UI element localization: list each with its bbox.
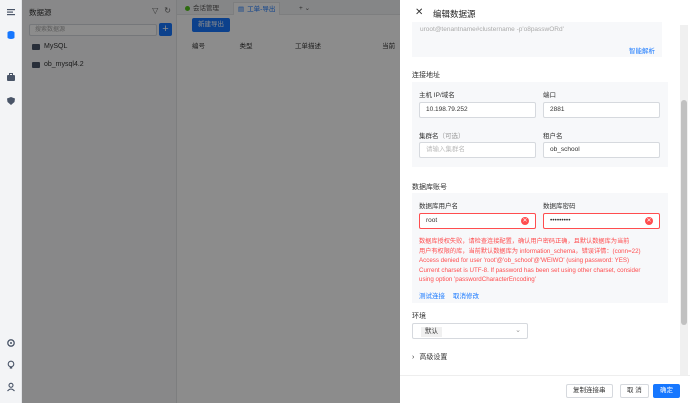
section-account: 数据库账号 (412, 184, 447, 191)
environment-select[interactable]: 默认 ⌄ (412, 323, 528, 339)
cluster-label: 集群名（可选） (419, 130, 465, 140)
connection-actions: 测试连接 取消修改 (419, 290, 479, 300)
drawer-footer: 复制连接串 取 消 确定 (400, 375, 690, 403)
cancel-button[interactable]: 取 消 (620, 384, 649, 398)
user-icon[interactable] (5, 381, 17, 393)
clear-icon[interactable]: ✕ (521, 217, 529, 225)
connection-string-input[interactable]: uroot@tenantname#clustername -p'o8passwO… (420, 26, 564, 33)
error-line: using option 'passwordCharacterEncoding' (419, 276, 536, 283)
username-label: 数据库用户名 (419, 203, 458, 210)
lightbulb-icon[interactable] (5, 359, 17, 371)
username-input[interactable]: root ✕ (419, 213, 536, 229)
error-line: 用户有权限的库，当前默认数据库为 information_schema，错误详情… (419, 247, 641, 255)
error-line: 数据库授权失败，请检查连接配置，确认用户密码正确，且默认数据库为当前 (419, 238, 630, 245)
section-connection: 连接地址 (412, 72, 440, 79)
port-label: 端口 (543, 92, 556, 99)
briefcase-icon[interactable] (5, 71, 17, 83)
cluster-input[interactable]: 请输入集群名 (419, 142, 536, 158)
error-line: Access denied for user 'root'@'ob_school… (419, 257, 630, 264)
test-connection-link[interactable]: 测试连接 (419, 290, 445, 300)
password-label: 数据库密码 (543, 203, 576, 210)
chevron-right-icon: › (412, 353, 415, 361)
environment-value: 默认 (421, 327, 442, 337)
tenant-label: 租户名 (543, 133, 563, 140)
cluster-label-text: 集群名 (419, 133, 439, 140)
optional-hint: （可选） (438, 133, 465, 140)
clear-icon[interactable]: ✕ (645, 217, 653, 225)
menu-icon[interactable] (5, 6, 17, 18)
drawer-title: 编辑数据源 (433, 9, 476, 19)
confirm-button[interactable]: 确定 (653, 384, 680, 398)
port-input[interactable]: 2881 (543, 102, 660, 118)
section-environment: 环境 (412, 313, 426, 320)
connection-error-message: 数据库授权失败，请检查连接配置，确认用户密码正确，且默认数据库为当前 用户有权限… (419, 237, 665, 285)
tenant-input[interactable]: ob_school (543, 142, 660, 158)
host-label: 主机 IP/域名 (419, 92, 455, 99)
database-icon[interactable] (5, 29, 17, 41)
icon-rail (0, 0, 22, 403)
close-icon[interactable]: ✕ (415, 7, 423, 18)
chevron-down-icon: ⌄ (515, 327, 521, 334)
scrollbar-thumb[interactable] (681, 100, 687, 325)
connection-string-box[interactable]: uroot@tenantname#clustername -p'o8passwO… (412, 22, 662, 57)
password-value: ••••••••• (550, 217, 571, 224)
password-input[interactable]: ••••••••• ✕ (543, 213, 660, 229)
host-input[interactable]: 10.198.79.252 (419, 102, 536, 118)
username-value: root (426, 217, 438, 224)
shield-icon[interactable] (5, 95, 17, 107)
smart-parse-link[interactable]: 智能解析 (629, 45, 655, 55)
modal-overlay[interactable] (22, 0, 400, 403)
advanced-settings-label: 高级设置 (419, 354, 448, 361)
settings-icon[interactable] (5, 337, 17, 349)
copy-connection-button[interactable]: 复制连接串 (566, 384, 613, 398)
error-line: Current charset is UTF-8. If password ha… (419, 266, 641, 274)
drawer-scrollbar[interactable] (680, 25, 688, 375)
cancel-edit-link[interactable]: 取消修改 (453, 290, 479, 300)
advanced-settings-toggle[interactable]: › 高级设置 (412, 352, 447, 362)
